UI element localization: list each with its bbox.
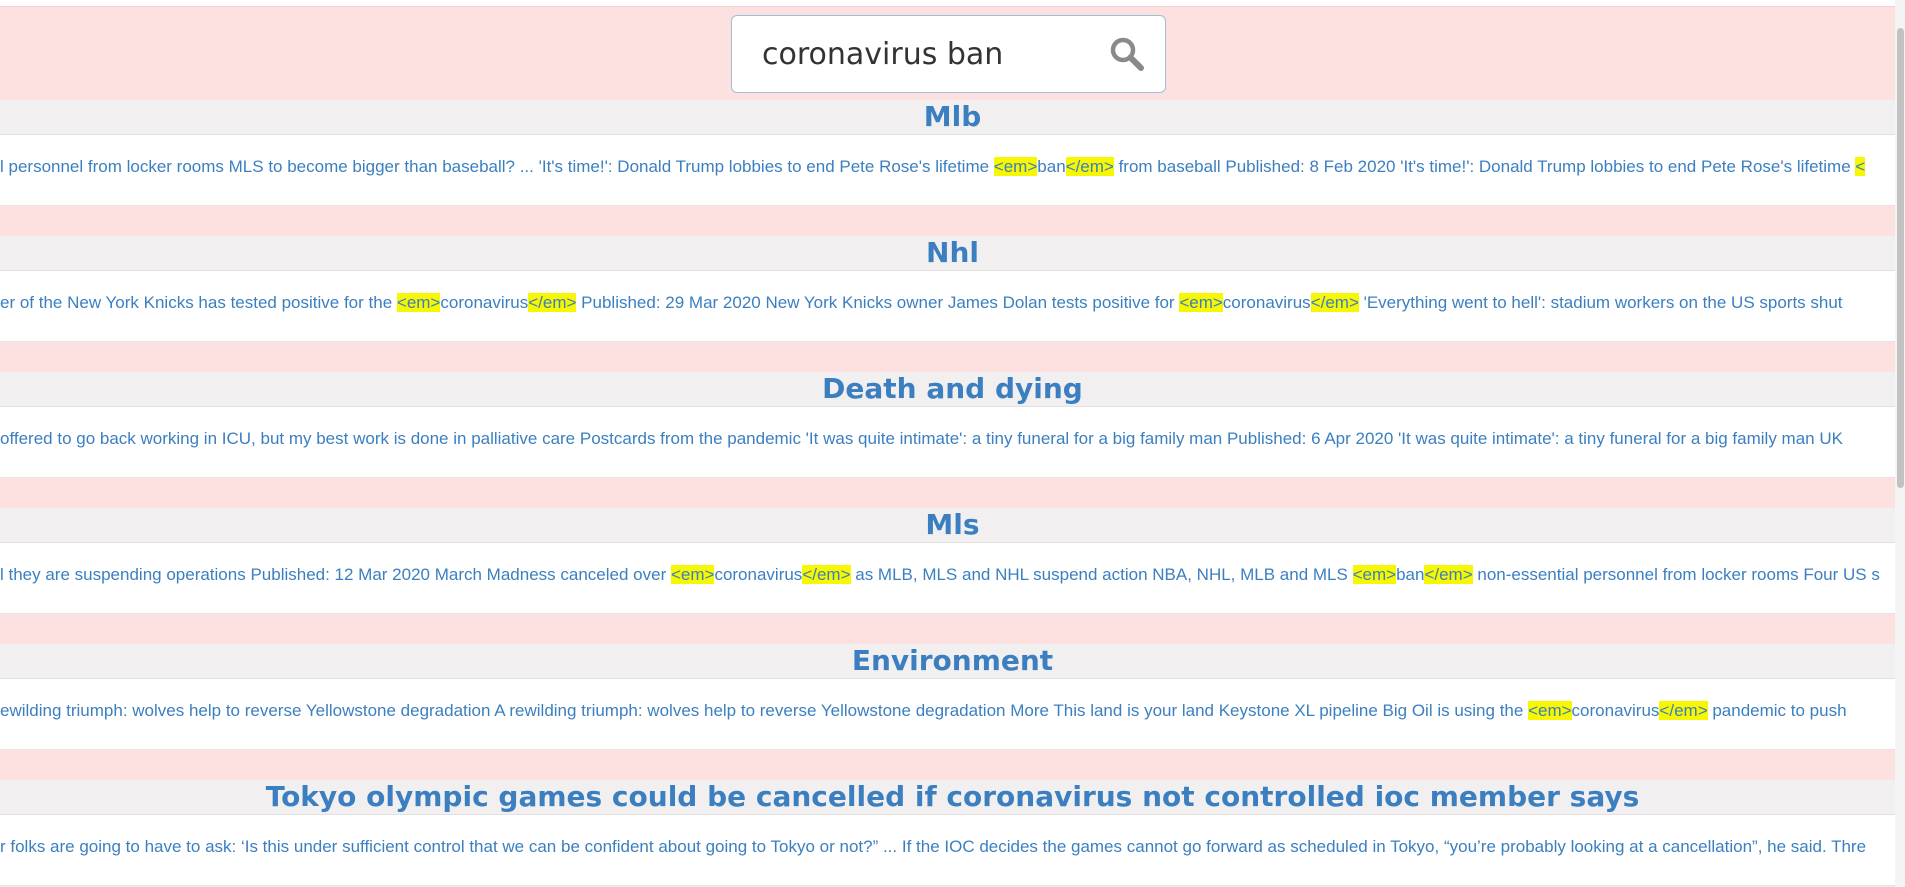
highlight-tag: <em> — [1528, 701, 1572, 720]
section-divider — [0, 478, 1905, 508]
search-header — [0, 6, 1905, 101]
snippet-segment: coronavirus — [714, 565, 803, 584]
result-snippet: offered to go back working in ICU, but m… — [0, 407, 1905, 478]
search-input[interactable] — [762, 34, 1092, 74]
snippet-segment: l they are suspending operations Publish… — [0, 565, 671, 584]
snippet-text[interactable]: l they are suspending operations Publish… — [0, 565, 1880, 585]
snippet-segment: coronavirus — [440, 293, 529, 312]
highlight-tag: </em> — [802, 565, 851, 584]
snippet-segment: Published: 29 Mar 2020 New York Knicks o… — [576, 293, 1180, 312]
snippet-segment: coronavirus — [1571, 701, 1660, 720]
result-snippet: r folks are going to have to ask: ‘Is th… — [0, 815, 1905, 886]
snippet-segment: ewilding triumph: wolves help to reverse… — [0, 701, 1529, 720]
result-title[interactable]: Nhl — [0, 236, 1905, 271]
section-divider — [0, 750, 1905, 780]
snippet-segment: non-essential personnel from locker room… — [1472, 565, 1880, 584]
snippet-segment: ban — [1396, 565, 1425, 584]
snippet-segment: offered to go back working in ICU, but m… — [0, 429, 1843, 448]
highlight-tag: <em> — [396, 293, 441, 312]
result-snippet: ewilding triumph: wolves help to reverse… — [0, 679, 1905, 750]
result-section: Environment ewilding triumph: wolves help… — [0, 644, 1905, 780]
snippet-segment: coronavirus — [1222, 293, 1311, 312]
section-divider — [0, 342, 1905, 372]
result-snippet: er of the New York Knicks has tested pos… — [0, 271, 1905, 342]
snippet-segment: pandemic to push — [1707, 701, 1847, 720]
highlight-tag: </em> — [1310, 293, 1359, 312]
highlight-tag: <em> — [1179, 293, 1223, 312]
snippet-segment: from baseball Published: 8 Feb 2020 'It'… — [1113, 157, 1856, 176]
highlight-tag: </em> — [1424, 565, 1473, 584]
snippet-text[interactable]: er of the New York Knicks has tested pos… — [0, 293, 1843, 313]
result-section: Mlb l personnel from locker rooms MLS to … — [0, 100, 1905, 236]
search-results-page: Mlb l personnel from locker rooms MLS to … — [0, 0, 1905, 887]
highlight-tag: < — [1855, 157, 1866, 176]
result-section: Death and dying offered to go back workin… — [0, 372, 1905, 508]
snippet-text[interactable]: r folks are going to have to ask: ‘Is th… — [0, 837, 1866, 857]
scrollbar-thumb[interactable] — [1897, 28, 1904, 488]
snippet-text[interactable]: offered to go back working in ICU, but m… — [0, 429, 1843, 449]
snippet-segment: ban — [1037, 157, 1066, 176]
snippet-segment: er of the New York Knicks has tested pos… — [0, 293, 397, 312]
snippet-segment: l personnel from locker rooms MLS to bec… — [0, 157, 994, 176]
highlight-tag: </em> — [528, 293, 577, 312]
snippet-text[interactable]: l personnel from locker rooms MLS to bec… — [0, 157, 1866, 177]
snippet-segment: 'Everything went to hell': stadium worke… — [1358, 293, 1843, 312]
highlight-tag: <em> — [993, 157, 1038, 176]
results-list: Mlb l personnel from locker rooms MLS to … — [0, 100, 1905, 887]
result-snippet: l they are suspending operations Publish… — [0, 543, 1905, 614]
snippet-segment: as MLB, MLS and NHL suspend action NBA, … — [850, 565, 1353, 584]
result-title[interactable]: Death and dying — [0, 372, 1905, 407]
section-divider — [0, 614, 1905, 644]
result-section: Tokyo olympic games could be cancelled i… — [0, 780, 1905, 887]
section-divider — [0, 206, 1905, 236]
search-box[interactable] — [731, 15, 1166, 93]
highlight-tag: </em> — [1659, 701, 1708, 720]
highlight-tag: </em> — [1065, 157, 1114, 176]
result-title[interactable]: Tokyo olympic games could be cancelled i… — [0, 780, 1905, 815]
result-title[interactable]: Environment — [0, 644, 1905, 679]
result-section: Nhl er of the New York Knicks has tested … — [0, 236, 1905, 372]
snippet-segment: r folks are going to have to ask: ‘Is th… — [0, 837, 1867, 856]
highlight-tag: <em> — [1352, 565, 1397, 584]
result-section: Mls l they are suspending operations Publ… — [0, 508, 1905, 644]
highlight-tag: <em> — [670, 565, 715, 584]
result-title[interactable]: Mls — [0, 508, 1905, 543]
result-snippet: l personnel from locker rooms MLS to bec… — [0, 135, 1905, 206]
result-title[interactable]: Mlb — [0, 100, 1905, 135]
snippet-text[interactable]: ewilding triumph: wolves help to reverse… — [0, 701, 1847, 721]
search-icon[interactable] — [1109, 36, 1145, 72]
